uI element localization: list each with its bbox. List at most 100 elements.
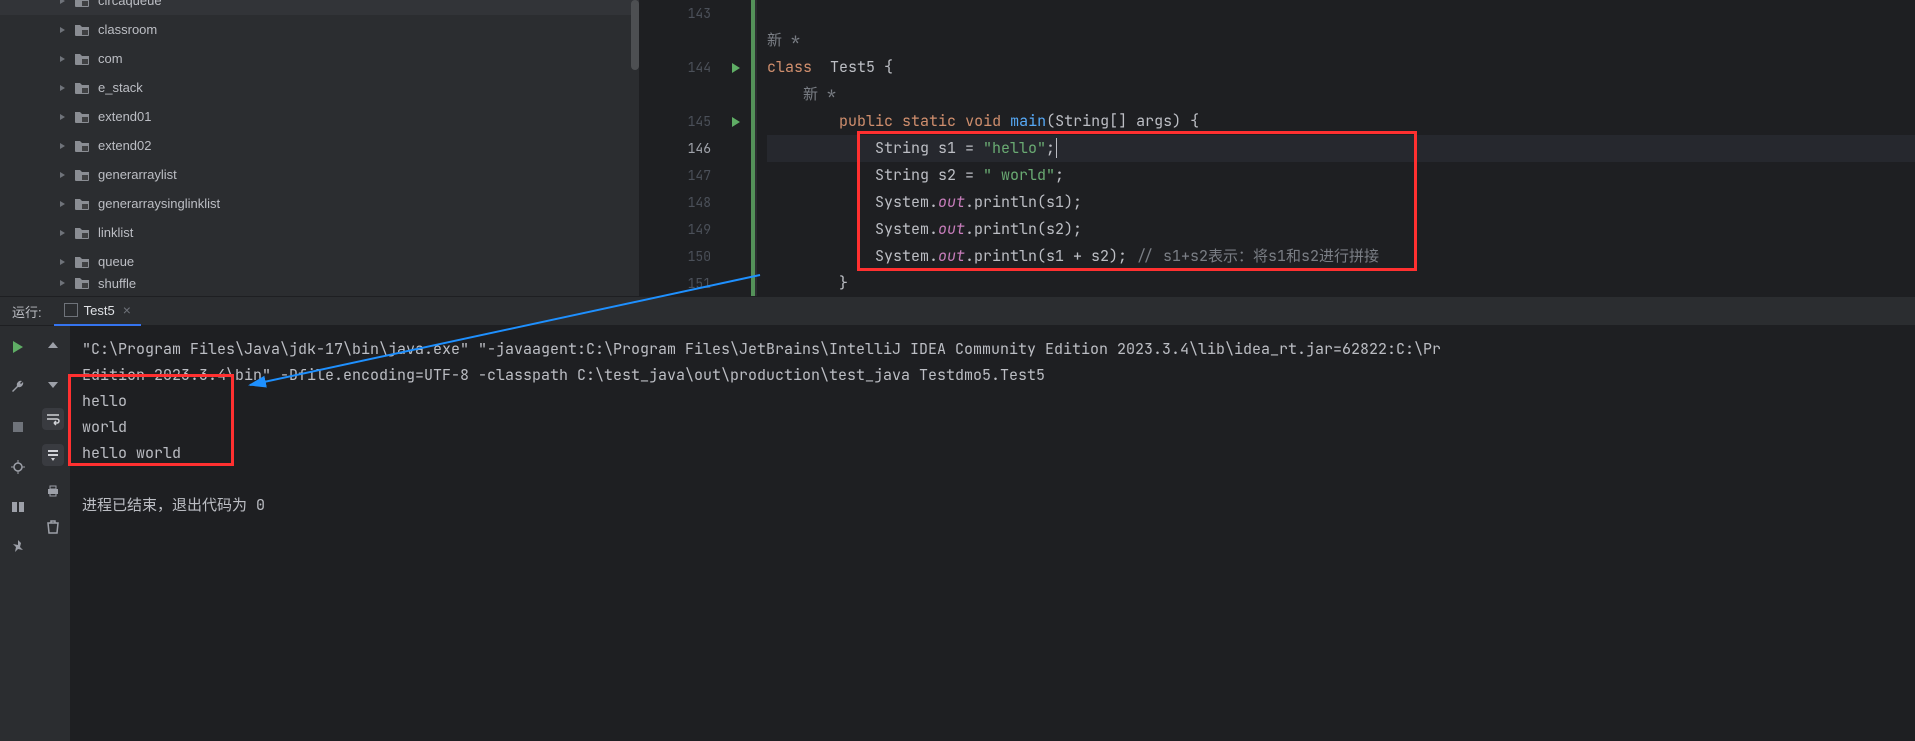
up-arrow-icon[interactable] (42, 336, 64, 358)
keyword-class: class (767, 57, 812, 77)
expand-arrow-icon[interactable] (58, 170, 68, 180)
run-tab[interactable]: Test5 × (54, 296, 141, 326)
expand-arrow-icon[interactable] (58, 0, 68, 6)
tree-item-label: circaqueue (98, 0, 162, 8)
tab-close-icon[interactable]: × (123, 302, 131, 318)
keyword-static: static (902, 111, 956, 131)
tree-item-com[interactable]: com (0, 44, 639, 73)
method-main: main (1010, 111, 1046, 131)
code-150a: System. (767, 246, 938, 266)
run-button[interactable] (7, 336, 29, 358)
tree-scrollbar[interactable] (631, 0, 639, 70)
run-label: 运行: (0, 302, 54, 321)
tree-item-shuffle[interactable]: shuffle (0, 276, 639, 290)
console-out-2: world (82, 414, 1903, 440)
annotation-new: 新 * (767, 30, 800, 50)
expand-arrow-icon[interactable] (58, 228, 68, 238)
print-icon[interactable] (42, 480, 64, 502)
expand-arrow-icon[interactable] (58, 278, 68, 288)
tree-item-generarraysinglinklist[interactable]: generarraysinglinklist (0, 189, 639, 218)
pin-icon[interactable] (7, 536, 29, 558)
code-area[interactable]: 新 * class Test5 { 新 * public static void… (757, 0, 1915, 296)
expand-arrow-icon[interactable] (58, 83, 68, 93)
code-editor[interactable]: 143144145146147148149150151 新 * class Te… (639, 0, 1915, 296)
project-tree[interactable]: circaqueue classroom com e_stack extend01 ext… (0, 0, 639, 296)
scroll-end-icon[interactable] (42, 444, 64, 466)
code-148a: System. (767, 192, 938, 212)
tree-item-classroom[interactable]: classroom (0, 15, 639, 44)
folder-icon (74, 52, 90, 66)
main-signature: (String[] args) { (1046, 111, 1199, 131)
expand-arrow-icon[interactable] (58, 199, 68, 209)
layout-icon[interactable] (7, 496, 29, 518)
line-gutter: 143144145146147148149150151 (639, 0, 721, 296)
run-tab-icon (64, 303, 78, 317)
console-out-1: hello (82, 388, 1903, 414)
folder-icon (74, 0, 90, 8)
comment-concat: // s1+s2表示：将s1和s2进行拼接 (1136, 246, 1379, 266)
tree-item-extend01[interactable]: extend01 (0, 102, 639, 131)
run-line-marker-icon[interactable] (732, 117, 740, 127)
tree-item-generarraylist[interactable]: generarraylist (0, 160, 639, 189)
folder-icon (74, 23, 90, 37)
code-146b: ; (1046, 138, 1055, 158)
code-147b: ; (1055, 165, 1064, 185)
run-line-marker-icon[interactable] (732, 63, 740, 73)
string-hello: "hello" (983, 138, 1046, 158)
folder-icon (74, 276, 90, 290)
tree-item-label: extend02 (98, 138, 152, 153)
field-out-2: out (938, 219, 965, 239)
expand-arrow-icon[interactable] (58, 257, 68, 267)
tree-item-queue[interactable]: queue (0, 247, 639, 276)
expand-arrow-icon[interactable] (58, 54, 68, 64)
console-exit: 进程已结束，退出代码为 0 (82, 492, 1903, 518)
string-world: " world" (983, 165, 1055, 185)
keyword-void: void (965, 111, 1001, 131)
tree-item-label: generarraysinglinklist (98, 196, 220, 211)
tree-item-e_stack[interactable]: e_stack (0, 73, 639, 102)
run-tab-title: Test5 (84, 303, 115, 318)
folder-icon (74, 110, 90, 124)
code-150b: .println(s1 + s2); (965, 246, 1136, 266)
keyword-public: public (839, 111, 893, 131)
run-gutter[interactable] (721, 0, 751, 296)
console-out-3: hello world (82, 440, 1903, 466)
code-146a: String s1 = (767, 138, 983, 158)
run-secondary-tools (35, 326, 70, 741)
folder-icon (74, 226, 90, 240)
tree-item-label: shuffle (98, 276, 136, 291)
field-out-1: out (938, 192, 965, 212)
annotation-new-2: 新 * (803, 84, 836, 104)
console-output[interactable]: "C:\Program Files\Java\jdk-17\bin\java.e… (70, 326, 1915, 741)
code-149b: .println(s2); (965, 219, 1082, 239)
folder-icon (74, 81, 90, 95)
debug-icon[interactable] (7, 456, 29, 478)
stop-button[interactable] (7, 416, 29, 438)
tree-item-label: linklist (98, 225, 133, 240)
tree-item-label: classroom (98, 22, 157, 37)
expand-arrow-icon[interactable] (58, 112, 68, 122)
code-148b: .println(s1); (965, 192, 1082, 212)
folder-icon (74, 168, 90, 182)
tree-item-label: e_stack (98, 80, 143, 95)
tree-item-linklist[interactable]: linklist (0, 218, 639, 247)
expand-arrow-icon[interactable] (58, 141, 68, 151)
console-command-1: "C:\Program Files\Java\jdk-17\bin\java.e… (82, 336, 1903, 362)
tree-item-label: extend01 (98, 109, 152, 124)
down-arrow-icon[interactable] (42, 372, 64, 394)
expand-arrow-icon[interactable] (58, 25, 68, 35)
trash-icon[interactable] (42, 516, 64, 538)
tree-item-label: com (98, 51, 123, 66)
tree-item-extend02[interactable]: extend02 (0, 131, 639, 160)
class-name: Test5 { (812, 57, 893, 77)
folder-icon (74, 255, 90, 269)
code-149a: System. (767, 219, 938, 239)
soft-wrap-icon[interactable] (42, 408, 64, 430)
field-out-3: out (938, 246, 965, 266)
wrench-icon[interactable] (7, 376, 29, 398)
code-151: } (767, 273, 848, 293)
tree-item-label: generarraylist (98, 167, 177, 182)
tree-item-circaqueue[interactable]: circaqueue (0, 0, 639, 15)
code-147a: String s2 = (767, 165, 983, 185)
run-tool-header: 运行: Test5 × (0, 296, 1915, 326)
